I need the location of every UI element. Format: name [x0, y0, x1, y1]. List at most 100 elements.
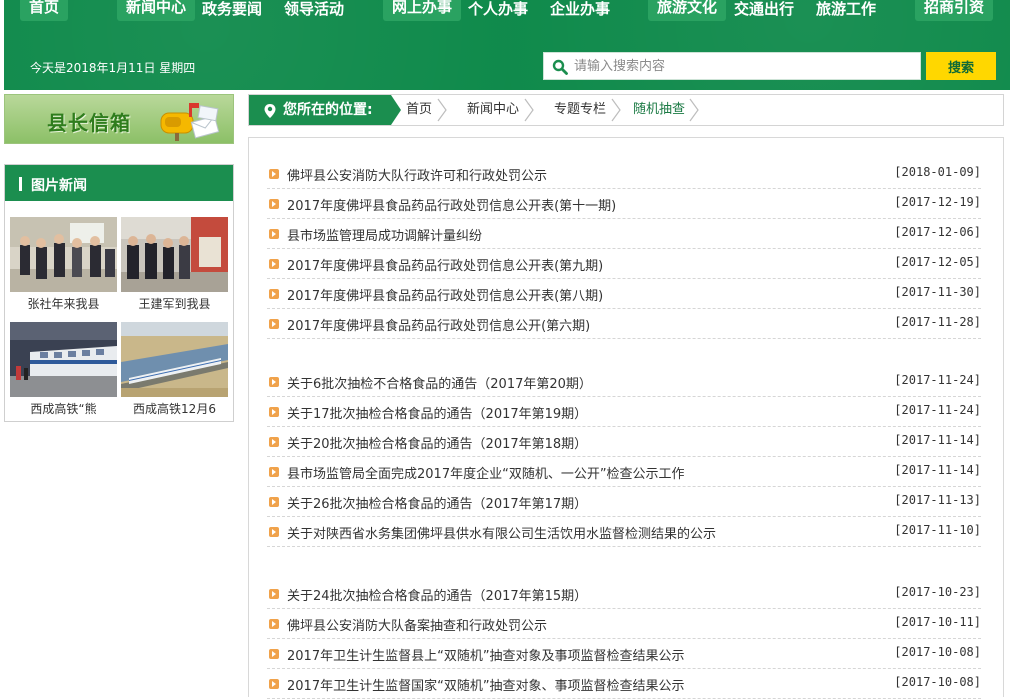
bullet-arrow-icon — [269, 407, 279, 417]
news-item[interactable]: 佛坪县公安消防大队备案抽查和行政处罚公示 [2017-10-11] — [267, 609, 981, 639]
search-icon — [552, 59, 568, 75]
chevron-right-icon — [611, 98, 621, 122]
news-item[interactable]: 2017年度佛坪县食品药品行政处罚信息公开表(第九期) [2017-12-05] — [267, 249, 981, 279]
news-title[interactable]: 关于对陕西省水务集团佛坪县供水有限公司生活饮用水监督检测结果的公示 — [287, 523, 716, 542]
photo-news-header: 图片新闻 — [5, 165, 233, 201]
news-date: [2017-11-24] — [894, 403, 981, 417]
location-pin-icon — [264, 104, 276, 118]
bullet-arrow-icon — [269, 527, 279, 537]
news-title[interactable]: 2017年卫生计生监督国家“双随机”抽查对象、事项监督检查结果公示 — [287, 675, 685, 694]
news-list-panel: 佛坪县公安消防大队行政许可和行政处罚公示 [2018-01-09] 2017年度佛… — [248, 137, 1004, 699]
photo-image — [121, 322, 228, 397]
bullet-arrow-icon — [269, 679, 279, 689]
mailbox-icon — [160, 103, 220, 141]
news-date: [2017-12-19] — [894, 195, 981, 209]
photo-thumbnail[interactable] — [10, 322, 117, 397]
nav-tourism-culture[interactable]: 旅游文化 — [648, 0, 727, 21]
bullet-arrow-icon — [269, 649, 279, 659]
breadcrumb-item-random-inspection[interactable]: 随机抽查 — [633, 95, 685, 125]
news-title[interactable]: 2017年度佛坪县食品药品行政处罚信息公开(第六期) — [287, 315, 590, 334]
news-item[interactable]: 2017年度佛坪县食品药品行政处罚信息公开表(第八期) [2017-11-30] — [267, 279, 981, 309]
news-date: [2018-01-09] — [894, 165, 981, 179]
news-title[interactable]: 县市场监管局全面完成2017年度企业“双随机、一公开”检查公示工作 — [287, 463, 685, 482]
breadcrumb-item-home[interactable]: 首页 — [406, 95, 432, 125]
county-mailbox-banner[interactable]: 县长信箱 — [4, 94, 234, 144]
nav-investment[interactable]: 招商引资 — [915, 0, 994, 21]
photo-thumbnail[interactable] — [121, 322, 228, 397]
news-item[interactable]: 关于20批次抽检合格食品的通告（2017年第18期） [2017-11-14] — [267, 427, 981, 457]
nav-transportation[interactable]: 交通出行 — [734, 0, 794, 22]
bullet-arrow-icon — [269, 377, 279, 387]
nav-news-center[interactable]: 新闻中心 — [117, 0, 196, 21]
header-accent-bar — [19, 177, 22, 191]
news-item[interactable]: 县市场监管局全面完成2017年度企业“双随机、一公开”检查公示工作 [2017-1… — [267, 457, 981, 487]
news-title[interactable]: 2017年度佛坪县食品药品行政处罚信息公开表(第十一期) — [287, 195, 616, 214]
bullet-arrow-icon — [269, 497, 279, 507]
photo-image — [10, 217, 117, 292]
breadcrumb-item-news-center[interactable]: 新闻中心 — [467, 95, 519, 125]
news-item[interactable]: 2017年卫生计生监督县上“双随机”抽查对象及事项监督检查结果公示 [2017-1… — [267, 639, 981, 669]
bullet-arrow-icon — [269, 199, 279, 209]
news-date: [2017-11-13] — [894, 493, 981, 507]
news-title[interactable]: 佛坪县公安消防大队行政许可和行政处罚公示 — [287, 165, 547, 184]
breadcrumb-item-special-topics[interactable]: 专题专栏 — [554, 95, 606, 125]
nav-tourism-work[interactable]: 旅游工作 — [816, 0, 876, 22]
photo-news-panel: 图片新闻 张社年来我县 王建军到我县 西成高铁“熊 西成高铁12月6 — [4, 164, 234, 422]
news-date: [2017-11-24] — [894, 373, 981, 387]
photo-thumbnail[interactable] — [121, 217, 228, 292]
search-input[interactable] — [574, 56, 914, 76]
photo-caption[interactable]: 西成高铁“熊 — [10, 400, 117, 417]
news-date: [2017-10-08] — [894, 645, 981, 659]
bullet-arrow-icon — [269, 229, 279, 239]
breadcrumb-label-arrow — [391, 95, 401, 125]
chevron-right-icon — [689, 98, 699, 122]
news-title[interactable]: 2017年度佛坪县食品药品行政处罚信息公开表(第九期) — [287, 255, 603, 274]
news-title[interactable]: 2017年卫生计生监督县上“双随机”抽查对象及事项监督检查结果公示 — [287, 645, 685, 664]
news-title[interactable]: 关于6批次抽检不合格食品的通告（2017年第20期） — [287, 373, 592, 392]
news-date: [2017-11-14] — [894, 433, 981, 447]
chevron-right-icon — [437, 98, 447, 122]
news-title[interactable]: 关于20批次抽检合格食品的通告（2017年第18期） — [287, 433, 587, 452]
photo-caption[interactable]: 张社年来我县 — [10, 295, 117, 312]
breadcrumb: 您所在的位置: 首页 新闻中心 专题专栏 随机抽查 — [248, 94, 1004, 126]
nav-government-news[interactable]: 政务要闻 — [202, 0, 262, 22]
photo-caption[interactable]: 王建军到我县 — [121, 295, 228, 312]
news-item[interactable]: 2017年卫生计生监督国家“双随机”抽查对象、事项监督检查结果公示 [2017-1… — [267, 669, 981, 699]
news-date: [2017-10-23] — [894, 585, 981, 599]
chevron-right-icon — [524, 98, 534, 122]
bullet-arrow-icon — [269, 169, 279, 179]
news-date: [2017-12-06] — [894, 225, 981, 239]
photo-news-title: 图片新闻 — [31, 178, 87, 194]
news-title[interactable]: 佛坪县公安消防大队备案抽查和行政处罚公示 — [287, 615, 547, 634]
search-box — [543, 52, 921, 80]
photo-image — [10, 322, 117, 397]
news-item[interactable]: 关于26批次抽检合格食品的通告（2017年第17期） [2017-11-13] — [267, 487, 981, 517]
news-item[interactable]: 关于6批次抽检不合格食品的通告（2017年第20期） [2017-11-24] — [267, 367, 981, 397]
bullet-arrow-icon — [269, 289, 279, 299]
news-item[interactable]: 佛坪县公安消防大队行政许可和行政处罚公示 [2018-01-09] — [267, 159, 981, 189]
photo-caption[interactable]: 西成高铁12月6 — [121, 400, 228, 417]
news-item[interactable]: 2017年度佛坪县食品药品行政处罚信息公开表(第十一期) [2017-12-19] — [267, 189, 981, 219]
mailbox-title: 县长信箱 — [47, 111, 131, 135]
news-date: [2017-11-14] — [894, 463, 981, 477]
nav-online-services[interactable]: 网上办事 — [383, 0, 462, 21]
news-item[interactable]: 关于17批次抽检合格食品的通告（2017年第19期） [2017-11-24] — [267, 397, 981, 427]
news-date: [2017-10-08] — [894, 675, 981, 689]
nav-enterprise-services[interactable]: 企业办事 — [550, 0, 610, 22]
news-item[interactable]: 县市场监管理局成功调解计量纠纷 [2017-12-06] — [267, 219, 981, 249]
news-title[interactable]: 关于26批次抽检合格食品的通告（2017年第17期） — [287, 493, 587, 512]
nav-personal-services[interactable]: 个人办事 — [468, 0, 528, 22]
news-item[interactable]: 2017年度佛坪县食品药品行政处罚信息公开(第六期) [2017-11-28] — [267, 309, 981, 339]
news-date: [2017-11-10] — [894, 523, 981, 537]
search-button[interactable]: 搜索 — [926, 52, 996, 80]
site-header: 首页 新闻中心 政务要闻 领导活动 网上办事 个人办事 企业办事 旅游文化 交通… — [4, 0, 1010, 90]
news-title[interactable]: 关于17批次抽检合格食品的通告（2017年第19期） — [287, 403, 587, 422]
news-item[interactable]: 关于对陕西省水务集团佛坪县供水有限公司生活饮用水监督检测结果的公示 [2017-1… — [267, 517, 981, 547]
news-item[interactable]: 关于24批次抽检合格食品的通告（2017年第15期） [2017-10-23] — [267, 579, 981, 609]
news-title[interactable]: 关于24批次抽检合格食品的通告（2017年第15期） — [287, 585, 587, 604]
news-title[interactable]: 县市场监管理局成功调解计量纠纷 — [287, 225, 482, 244]
nav-leader-activities[interactable]: 领导活动 — [284, 0, 344, 22]
nav-home[interactable]: 首页 — [20, 0, 69, 21]
photo-thumbnail[interactable] — [10, 217, 117, 292]
news-title[interactable]: 2017年度佛坪县食品药品行政处罚信息公开表(第八期) — [287, 285, 603, 304]
